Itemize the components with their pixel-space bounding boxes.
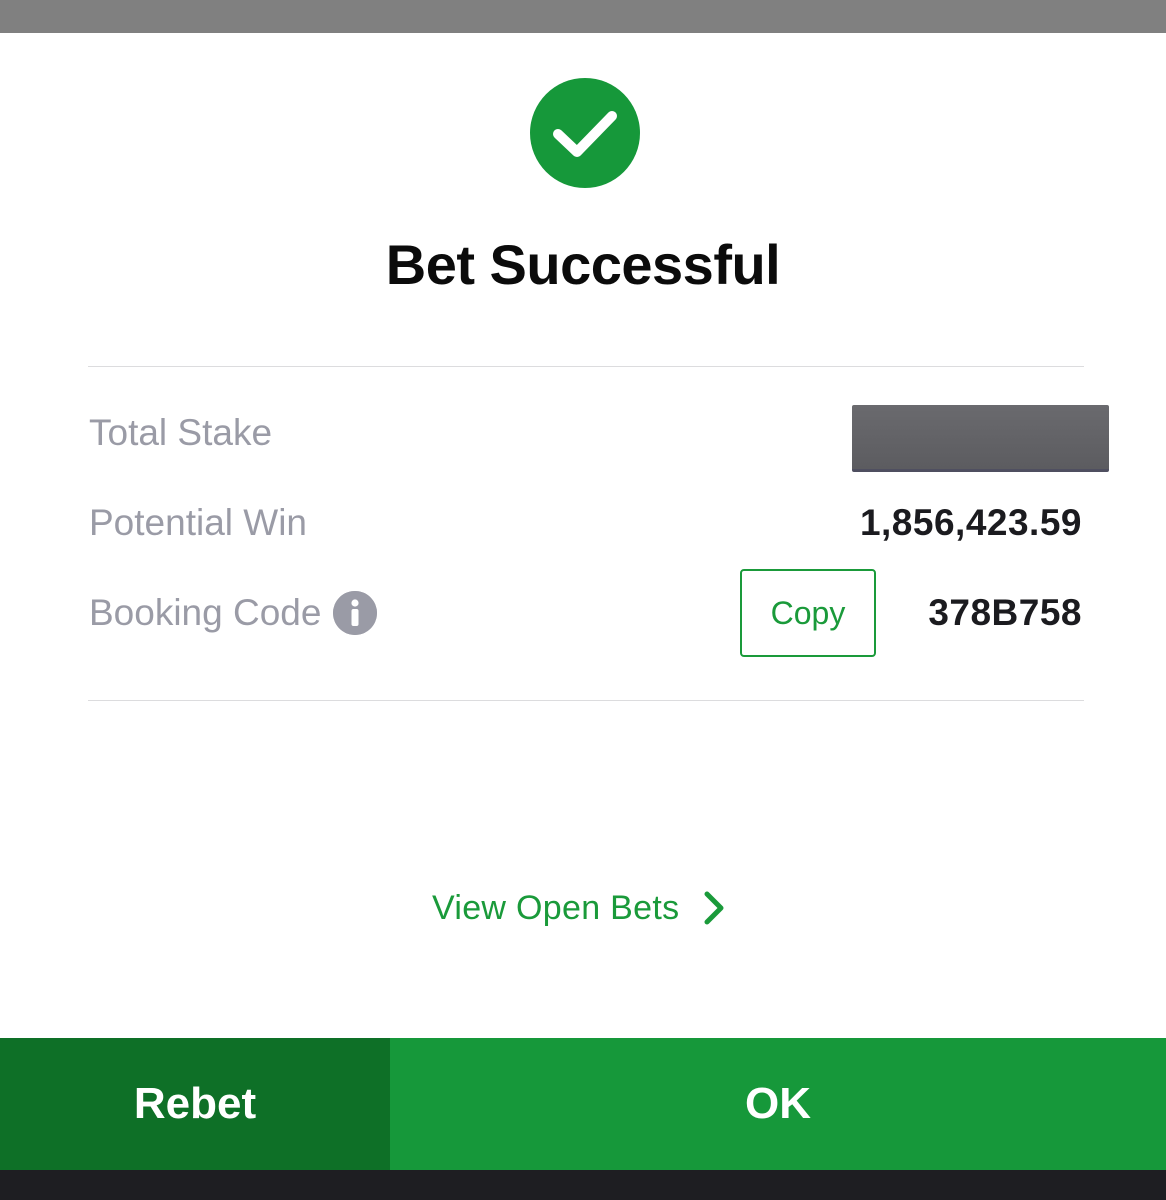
copy-booking-code-button[interactable]: Copy	[740, 569, 876, 657]
rebet-button[interactable]: Rebet	[0, 1038, 390, 1170]
potential-win-value: 1,856,423.59	[859, 502, 1082, 543]
total-stake-label: Total Stake	[89, 412, 273, 453]
booking-code-row-label: Booking Code	[89, 588, 378, 638]
chevron-right-icon	[701, 890, 727, 926]
bet-success-screen: Bet Successful Total Stake Potential Win…	[0, 0, 1166, 1200]
booking-code-label: Booking Code	[89, 592, 322, 633]
info-icon[interactable]	[333, 591, 378, 635]
top-overlay	[0, 0, 1166, 33]
bottom-bar	[0, 1170, 1166, 1200]
check-circle-icon	[530, 78, 640, 188]
view-open-bets-label: View Open Bets	[432, 888, 680, 927]
divider-top	[88, 366, 1084, 367]
booking-code-value: 378B758	[928, 592, 1082, 633]
divider-bottom	[88, 700, 1084, 701]
total-stake-redacted-value	[852, 405, 1109, 472]
view-open-bets-link[interactable]: View Open Bets	[432, 882, 727, 934]
potential-win-label: Potential Win	[89, 502, 307, 543]
dialog-title: Bet Successful	[385, 233, 781, 296]
ok-button[interactable]: OK	[390, 1038, 1166, 1170]
footer-actions: Rebet OK	[0, 1038, 1166, 1170]
